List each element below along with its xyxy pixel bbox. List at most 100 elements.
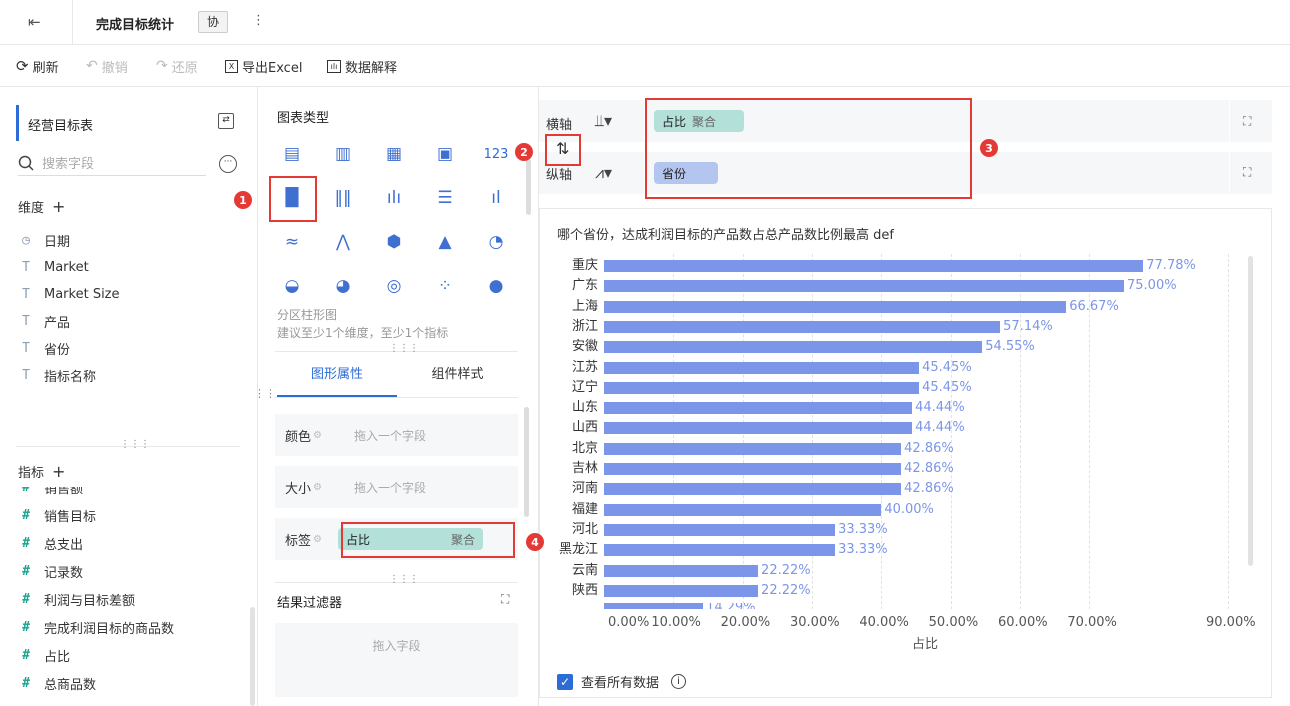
donut-chart-icon[interactable]: ◎: [381, 273, 407, 299]
info-icon[interactable]: i: [671, 674, 687, 689]
bar[interactable]: [604, 361, 920, 374]
text-icon: T: [22, 286, 30, 302]
data-label: 66.67%: [1069, 298, 1119, 314]
data-explain-button[interactable]: ılı 数据解释: [327, 57, 397, 76]
collab-badge[interactable]: 协: [198, 11, 228, 33]
measure-label: 总支出: [44, 537, 84, 553]
redo-button[interactable]: ↷ 还原: [156, 57, 198, 76]
filter-drop-zone[interactable]: 拖入字段: [275, 623, 518, 697]
add-measure-icon[interactable]: +: [52, 462, 65, 481]
detail-table-icon[interactable]: ▦: [381, 141, 407, 167]
tab-graph-props[interactable]: 图形属性: [277, 355, 397, 397]
tab-component-style[interactable]: 组件样式: [397, 355, 518, 397]
measures-header: 指标 +: [18, 462, 65, 481]
multi-bar-icon[interactable]: ‖‖: [330, 185, 356, 211]
data-label: 57.14%: [1003, 318, 1053, 334]
bar[interactable]: [604, 483, 902, 496]
y-sort-icon[interactable]: ⩘▾: [595, 163, 612, 183]
data-label: 33.33%: [838, 521, 888, 537]
bar[interactable]: [604, 544, 836, 557]
radar-line-icon[interactable]: ⋀: [330, 229, 356, 255]
filter-settings-icon[interactable]: ⛶: [501, 592, 509, 607]
measure-item[interactable]: # 销售额: [18, 487, 83, 498]
color-property[interactable]: 颜色 ⚙ 拖入一个字段: [275, 414, 518, 456]
range-bar-icon[interactable]: ıl: [483, 185, 509, 211]
view-all-checkbox[interactable]: ✓ 查看所有数据 i: [557, 672, 687, 691]
rose-chart-icon[interactable]: ◕: [330, 273, 356, 299]
bar[interactable]: [604, 341, 983, 354]
measure-label: 销售额: [44, 487, 84, 497]
dimension-item[interactable]: T Market Size: [18, 283, 119, 305]
measure-item[interactable]: # 记录数: [18, 560, 83, 582]
measure-item[interactable]: # 占比: [18, 644, 70, 666]
bar[interactable]: [604, 503, 882, 516]
bar[interactable]: [604, 402, 913, 415]
bar[interactable]: [604, 603, 704, 609]
props-scrollbar[interactable]: [524, 407, 529, 517]
search-field[interactable]: 搜索字段: [18, 150, 206, 176]
dimension-item[interactable]: T 指标名称: [18, 364, 96, 386]
pie-chart-icon[interactable]: ◒: [279, 273, 305, 299]
excel-icon: X: [225, 59, 238, 73]
stacked-bar-icon[interactable]: ☰: [432, 185, 458, 211]
switch-table-icon[interactable]: ⇄: [218, 113, 234, 129]
dimension-item[interactable]: T 省份: [18, 337, 70, 359]
dimension-item[interactable]: ◷ 日期: [18, 229, 70, 251]
measure-item[interactable]: # 利润与目标差额: [18, 588, 135, 610]
bar[interactable]: [604, 442, 902, 455]
measure-item[interactable]: # 总支出: [18, 532, 83, 554]
bar[interactable]: [604, 463, 902, 475]
dimension-item[interactable]: T Market: [18, 256, 89, 278]
gauge-icon[interactable]: ◔: [483, 229, 509, 255]
bar[interactable]: [604, 584, 759, 597]
export-excel-button[interactable]: X 导出Excel: [225, 57, 302, 76]
area-chart-icon[interactable]: ▲: [432, 229, 458, 255]
chart-type-scrollbar[interactable]: [526, 159, 531, 215]
size-property[interactable]: 大小 ⚙ 拖入一个字段: [275, 466, 518, 508]
more-icon[interactable]: ⋮: [252, 13, 265, 28]
bar[interactable]: [604, 564, 759, 577]
dimension-item[interactable]: T 产品: [18, 310, 70, 332]
bubble-icon[interactable]: ●: [483, 273, 509, 299]
drag-handle-icon[interactable]: ⋮⋮⋮: [389, 343, 419, 354]
dimensions-title: 维度: [18, 201, 45, 216]
undo-button[interactable]: ↶ 撤销: [86, 57, 128, 76]
measure-item[interactable]: # 总商品数: [18, 672, 96, 694]
bar[interactable]: [604, 381, 920, 394]
refresh-label: 刷新: [32, 60, 59, 76]
bar[interactable]: [604, 320, 1001, 333]
bar[interactable]: [604, 422, 913, 435]
refresh-button[interactable]: ⟳ 刷新: [16, 57, 59, 76]
category-label: 北京: [571, 440, 598, 456]
kpi-icon[interactable]: ▣: [432, 141, 458, 167]
chart-scrollbar[interactable]: [1248, 256, 1253, 566]
x-sort-icon[interactable]: ⫫▾: [595, 111, 612, 131]
measure-item[interactable]: # 完成利润目标的商品数: [18, 616, 174, 638]
measure-list-viewport: # 销售额 # 销售目标 # 总支出 # 记录数 # 利润与目标差额 # 完成利润目标的商品数 # 占比 #…: [0, 487, 258, 706]
number-icon[interactable]: 123: [483, 141, 509, 167]
drag-handle-icon[interactable]: ⋮⋮⋮: [389, 574, 419, 585]
data-label: 44.44%: [915, 420, 965, 436]
x-shelf-settings-icon[interactable]: ⛶: [1243, 114, 1251, 129]
filter-title: 结果过滤器: [277, 596, 343, 611]
bar-chart-icon[interactable]: ılı: [381, 185, 407, 211]
line-chart-icon[interactable]: ≈: [279, 229, 305, 255]
table-name[interactable]: 经营目标表: [28, 115, 93, 134]
bar[interactable]: [604, 300, 1067, 313]
exit-icon[interactable]: ⇤: [28, 13, 46, 31]
cross-table-icon[interactable]: ▥: [330, 141, 356, 167]
bar[interactable]: [604, 280, 1124, 293]
drag-handle-icon[interactable]: ⋮⋮⋮: [120, 439, 150, 450]
measure-item[interactable]: # 销售目标: [18, 504, 96, 526]
table-icon[interactable]: ▤: [279, 141, 305, 167]
more-options-icon[interactable]: ···: [219, 155, 237, 173]
scrollbar[interactable]: [250, 607, 255, 706]
category-label: 陕西: [571, 582, 598, 598]
bar[interactable]: [604, 523, 836, 536]
add-dimension-icon[interactable]: +: [52, 197, 65, 216]
y-shelf-settings-icon[interactable]: ⛶: [1243, 165, 1251, 180]
prop-label: 颜色: [285, 429, 312, 445]
hexagon-icon[interactable]: ⬢: [381, 229, 407, 255]
bar[interactable]: [604, 260, 1144, 272]
scatter-icon[interactable]: ⁘: [432, 273, 458, 299]
